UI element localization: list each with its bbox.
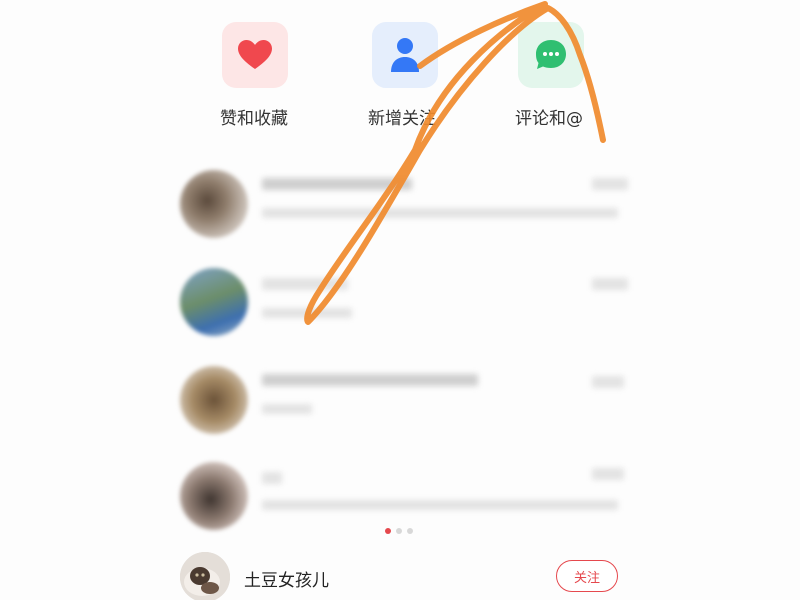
list-item[interactable]: [180, 170, 630, 242]
list-item[interactable]: [180, 462, 630, 534]
blurred-username: [262, 472, 282, 484]
new-followers-label: 新增关注: [368, 109, 436, 129]
recommended-user-name: 土豆女孩儿: [244, 571, 329, 591]
blurred-message-preview: [262, 500, 618, 510]
cat-photo-icon: [180, 552, 230, 600]
blurred-username: [262, 374, 478, 386]
avatar: [180, 366, 248, 434]
pager-dot-active: [385, 528, 391, 534]
avatar: [180, 170, 248, 238]
list-item[interactable]: [180, 366, 630, 438]
blurred-timestamp: [592, 278, 628, 290]
likes-and-favorites-label: 赞和收藏: [220, 109, 288, 129]
pager-dots: [385, 528, 413, 534]
blurred-message-preview: [262, 208, 618, 218]
blurred-username: [262, 178, 412, 190]
blurred-message-preview: [262, 404, 312, 414]
list-item[interactable]: [180, 268, 630, 340]
blurred-timestamp: [592, 376, 624, 388]
person-icon: [391, 38, 419, 72]
chat-bubble-icon: [536, 40, 566, 69]
blurred-username: [262, 278, 348, 290]
messages-page: 赞和收藏 新增关注 评论和@ 土豆女孩儿 关注: [0, 0, 800, 600]
pager-dot: [407, 528, 413, 534]
avatar[interactable]: [180, 552, 230, 600]
new-followers-tile[interactable]: [372, 22, 438, 88]
blurred-timestamp: [592, 178, 628, 190]
comments-and-mentions-tile[interactable]: [518, 22, 584, 88]
blurred-timestamp: [592, 468, 624, 480]
comments-and-mentions-label: 评论和@: [515, 109, 583, 129]
avatar: [180, 268, 248, 336]
pager-dot: [396, 528, 402, 534]
likes-and-favorites-tile[interactable]: [222, 22, 288, 88]
heart-icon: [238, 40, 272, 69]
blurred-message-preview: [262, 308, 352, 318]
avatar: [180, 462, 248, 530]
follow-button[interactable]: 关注: [556, 560, 618, 592]
